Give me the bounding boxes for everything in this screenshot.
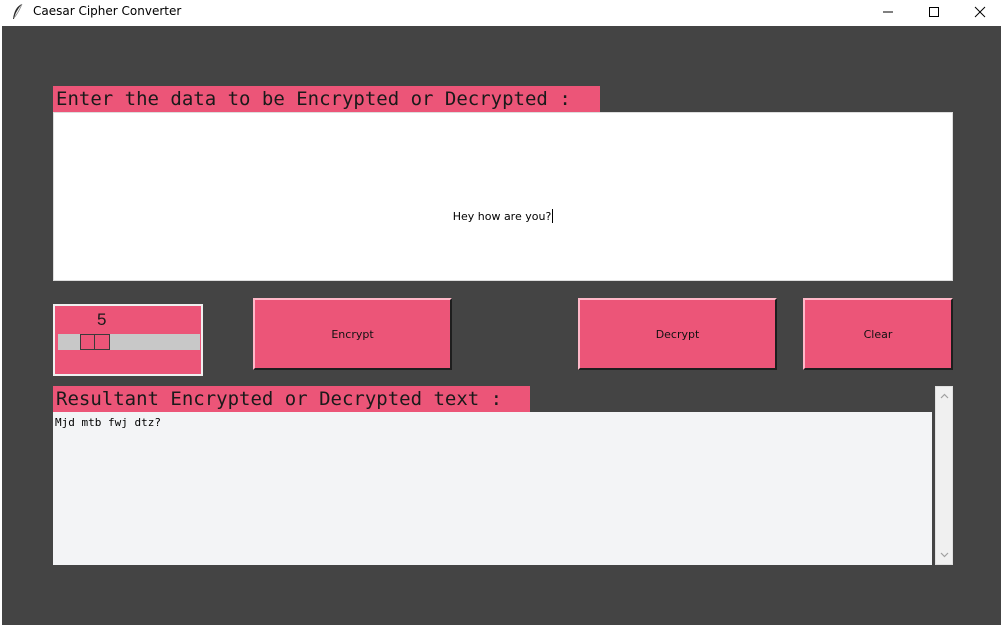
maximize-icon bbox=[929, 7, 939, 17]
window-title: Caesar Cipher Converter bbox=[33, 4, 182, 18]
decrypt-button[interactable]: Decrypt bbox=[578, 298, 777, 370]
chevron-up-icon bbox=[940, 393, 948, 399]
close-button[interactable] bbox=[957, 0, 1003, 24]
shift-value: 5 bbox=[97, 310, 107, 329]
shift-slider[interactable]: 5 bbox=[53, 304, 203, 376]
input-value: Hey how are you? bbox=[452, 210, 552, 223]
input-label: Enter the data to be Encrypted or Decryp… bbox=[53, 86, 600, 112]
output-scrollbar[interactable] bbox=[935, 386, 953, 565]
encrypt-button[interactable]: Encrypt bbox=[253, 298, 452, 370]
clear-button[interactable]: Clear bbox=[803, 298, 953, 370]
chevron-down-icon bbox=[940, 552, 948, 558]
minimize-icon bbox=[883, 11, 893, 13]
feather-icon bbox=[10, 3, 26, 21]
scroll-down-button[interactable] bbox=[936, 547, 952, 563]
app-client-area: Enter the data to be Encrypted or Decryp… bbox=[2, 26, 1001, 625]
output-textbox[interactable]: Mjd mtb fwj dtz? bbox=[53, 412, 932, 565]
slider-thumb[interactable] bbox=[80, 334, 110, 350]
output-value: Mjd mtb fwj dtz? bbox=[55, 416, 161, 429]
text-caret bbox=[552, 209, 554, 223]
minimize-button[interactable] bbox=[865, 0, 911, 24]
result-label: Resultant Encrypted or Decrypted text : bbox=[53, 386, 530, 412]
slider-trough[interactable] bbox=[58, 334, 200, 350]
scroll-up-button[interactable] bbox=[936, 388, 952, 404]
app-window: Caesar Cipher Converter Enter the data t… bbox=[0, 0, 1005, 627]
input-textbox[interactable]: Hey how are you? bbox=[53, 112, 953, 281]
input-text: Hey how are you? bbox=[54, 209, 952, 223]
maximize-button[interactable] bbox=[911, 0, 957, 24]
title-bar: Caesar Cipher Converter bbox=[0, 0, 1005, 24]
close-icon bbox=[974, 6, 986, 18]
